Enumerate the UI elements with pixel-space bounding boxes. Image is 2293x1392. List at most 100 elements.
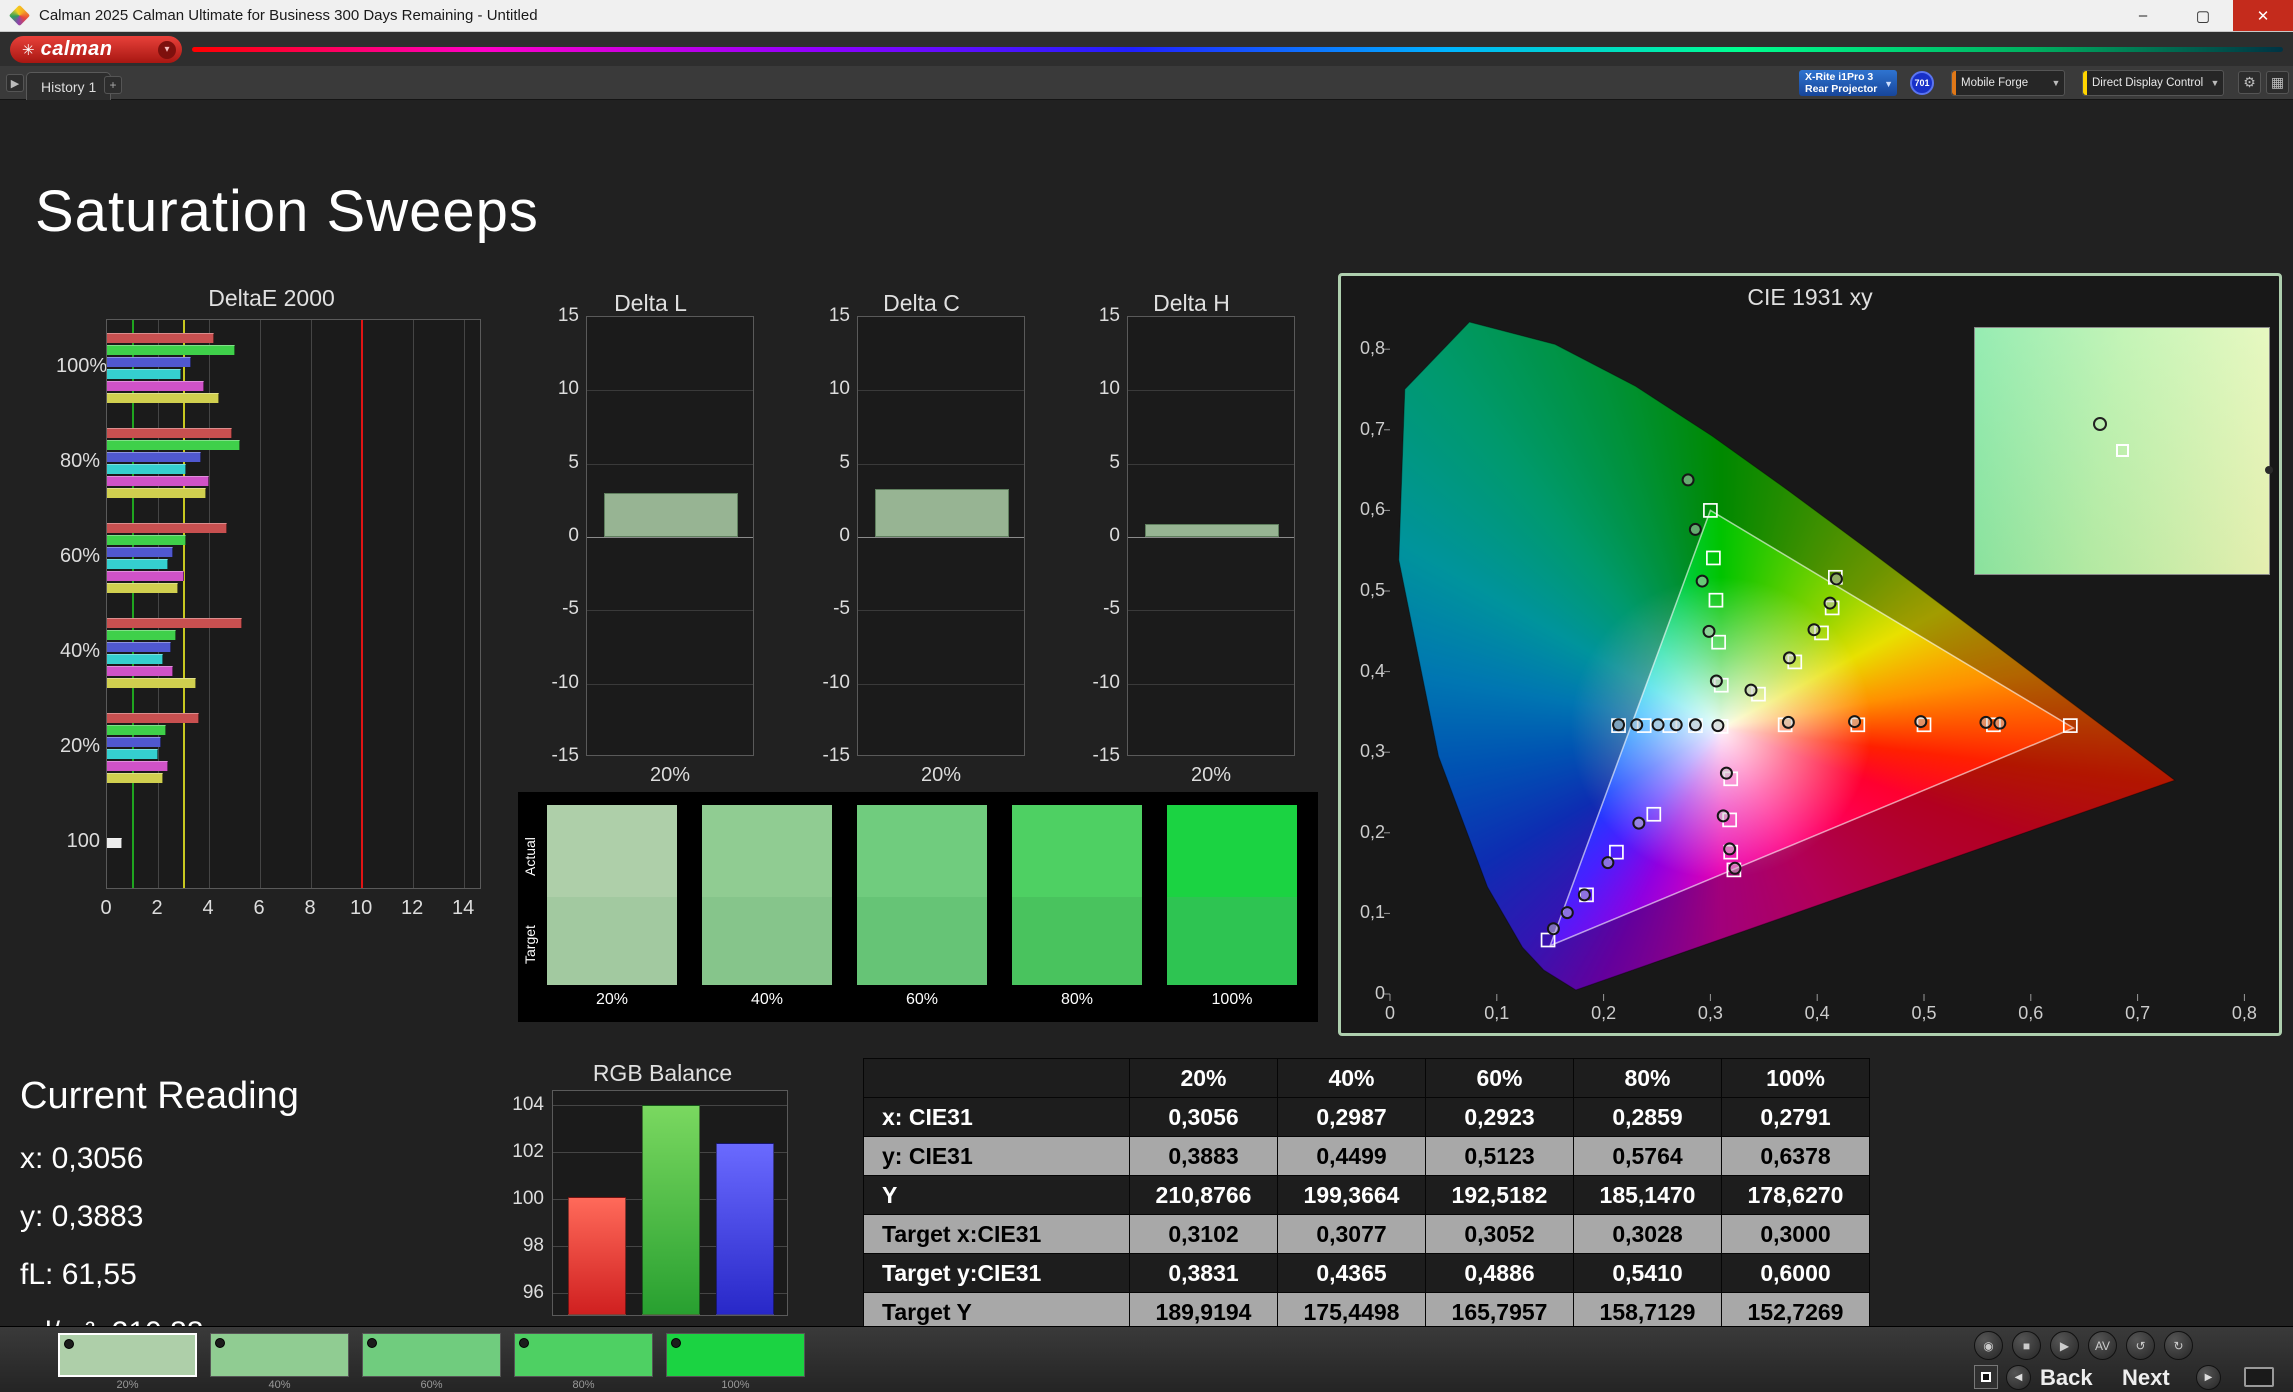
target-swatch [857,897,987,985]
actual-swatch [857,805,987,897]
gridline [858,683,1024,685]
chevron-down-icon: ▾ [158,40,176,59]
delta-l-plot-area [586,316,754,756]
table-cell: 0,4886 [1425,1253,1574,1293]
y-tick-label: -10 [822,671,850,693]
target-row-label: Target [522,925,538,965]
table-cell: 0,4365 [1277,1253,1426,1293]
chevron-down-icon: ▼ [1884,79,1893,89]
av-icon[interactable]: AV [2088,1331,2117,1360]
gear-icon[interactable]: ⚙ [2238,71,2261,94]
app-icon [8,4,31,27]
table-row: Y 210,8766 199,3664 192,5182 185,1470 178,627… [863,1175,1870,1215]
x-tick-label: 20% [649,764,691,786]
camera-icon [671,1338,681,1348]
next-button[interactable]: Next [2122,1365,2170,1391]
measured-marker [1719,766,1733,780]
pattern-patch-100%[interactable] [666,1333,805,1377]
back-button[interactable]: Back [2040,1365,2093,1391]
refresh-icon[interactable]: ↻ [2164,1331,2193,1360]
camera-icon [64,1339,74,1349]
maximize-button[interactable]: ▢ [2173,0,2233,31]
table-cell: 192,5182 [1425,1175,1574,1215]
y-tick-label: 104 [512,1094,544,1116]
table-row-label: y: CIE31 [863,1136,1130,1176]
display-control-dropdown[interactable]: Direct Display Control ▼ [2082,70,2224,96]
chevron-down-icon: ▼ [2051,78,2061,88]
display-control-label: Direct Display Control [2092,77,2204,89]
y-tick-label: 0 [1109,525,1120,546]
loop-icon[interactable]: ↺ [2126,1331,2155,1360]
y-tick-label: -5 [1103,598,1120,620]
delta-value-bar [875,488,1009,537]
target-swatch [1012,897,1142,985]
table-row-label: Y [863,1175,1130,1215]
x-tick-label: 0,3 [1697,1003,1723,1023]
y-tick-label: 0 [1374,983,1385,1003]
pattern-patch-60%[interactable] [362,1333,501,1377]
pattern-patch-80%[interactable] [514,1333,653,1377]
x-tick-label: 8 [304,897,316,919]
chevron-down-icon: ▼ [2210,78,2220,88]
collapse-arrow-icon[interactable]: ▶ [6,74,24,92]
table-cell: 185,1470 [1573,1175,1722,1215]
spectrum-strip [192,47,2283,52]
table-cell: 0,5123 [1425,1136,1574,1176]
measured-marker [1744,683,1758,697]
delta-c-plot-area [857,316,1025,756]
x-tick-label: 12 [400,897,424,919]
back-icon[interactable]: ◀ [2006,1365,2031,1390]
measured-marker [1781,715,1795,729]
y-tick-label: 15 [1098,305,1120,326]
measurement-table: 20% 40% 60% 80% 100% x: CIE31 0,3056 0,2987 0,29… [863,1058,1870,1332]
y-tick-label: 0 [839,525,850,546]
table-cell: 0,3077 [1277,1214,1426,1254]
swatch-column: 80% [1012,805,1142,1010]
camera-icon[interactable]: ◉ [1974,1331,2003,1360]
source-accent [1952,71,1956,95]
close-button[interactable]: ✕ [2233,0,2293,31]
calman-menu-button[interactable]: ✳ calman ▾ [10,36,182,63]
x-tick-label: 0,1 [1484,1003,1510,1023]
measured-marker [1979,715,1993,729]
gridline [858,537,1024,538]
pattern-patch-20%[interactable] [58,1333,197,1377]
pattern-source-dropdown[interactable]: Mobile Forge ▼ [1951,70,2065,96]
display-icon[interactable] [2244,1367,2274,1387]
measured-marker [1612,718,1626,732]
table-col-header: 80% [1573,1058,1722,1098]
tab-history-1[interactable]: History 1 [26,72,112,100]
gridline [858,390,1024,392]
cie-1931-panel: CIE 1931 xy 0 0,1 0,2 0,3 0,4 0,5 0,6 0,7 0,8 0 0,… [1338,273,2282,1036]
table-row: y: CIE31 0,3883 0,4499 0,5123 0,5764 0,6378 [863,1136,1870,1176]
x-tick-label: 4 [202,897,214,919]
measured-marker [1688,522,1702,536]
table-cell: 210,8766 [1129,1175,1278,1215]
table-row: x: CIE31 0,3056 0,2987 0,2923 0,2859 0,2791 [863,1097,1870,1137]
measured-marker [1848,715,1862,729]
measured-marker [1723,842,1737,856]
y-tick-label: 15 [557,305,579,326]
actual-row-label: Actual [522,837,538,877]
gridline [1128,683,1294,685]
measured-marker [1651,718,1665,732]
measured-marker [1560,906,1574,920]
measured-marker [1782,651,1796,665]
x-tick-label: 0 [1384,1003,1396,1023]
swatch-column: 60% [857,805,987,1010]
play-icon[interactable]: ▶ [2050,1331,2079,1360]
x-tick-label: 14 [452,897,475,919]
stop-icon[interactable]: ■ [2012,1331,2041,1360]
history-add-button[interactable]: + [104,76,122,94]
table-row: Target x:CIE31 0,3102 0,3077 0,3052 0,3028 0,… [863,1214,1870,1254]
gridline [1128,537,1294,538]
meter-dropdown[interactable]: X-Rite i1Pro 3 Rear Projector ▼ [1799,70,1897,96]
cie-zoom-inset [1974,327,2273,575]
pattern-patch-40%[interactable] [210,1333,349,1377]
rgb-bar-green [642,1105,700,1315]
measured-marker [1577,888,1591,902]
layout-settings-icon[interactable]: ▦ [2266,71,2289,94]
next-icon[interactable]: ▶ [2196,1365,2221,1390]
minimize-button[interactable]: – [2113,0,2173,31]
pattern-window-icon[interactable] [1974,1365,1998,1389]
